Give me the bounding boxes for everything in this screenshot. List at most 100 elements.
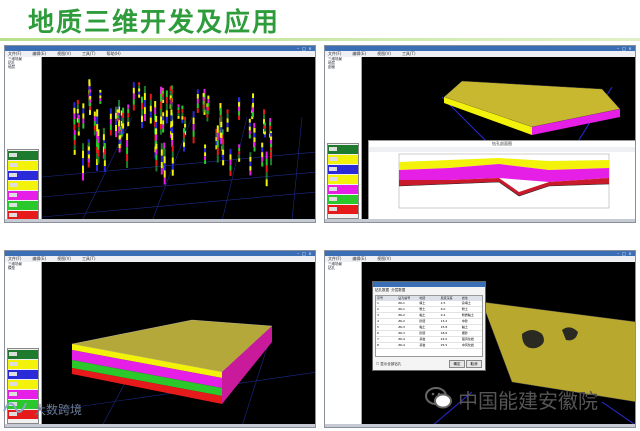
borehole-segment	[170, 115, 173, 122]
borehole-segment	[192, 136, 195, 144]
borehole-segment	[202, 100, 205, 105]
tree-node[interactable]: 剖面	[325, 65, 361, 69]
borehole-segment	[163, 177, 166, 185]
borehole-segment	[82, 118, 85, 124]
borehole-segment	[238, 102, 241, 107]
tab-borehole-data[interactable]: 钻孔数据	[375, 288, 389, 292]
legend-label-box	[9, 163, 17, 167]
borehole-segment	[93, 121, 96, 126]
legend-swatch	[8, 151, 38, 160]
borehole-segment	[141, 96, 144, 103]
menu-item-help[interactable]: 帮助(H)	[104, 51, 121, 56]
menu-item-file[interactable]: 文件(F)	[325, 51, 341, 56]
borehole-segment	[82, 150, 85, 159]
legend-label-box	[9, 183, 17, 187]
tab-layer-data[interactable]: 分层数据	[391, 288, 405, 292]
borehole-segment	[89, 96, 92, 100]
borehole-segment	[181, 105, 184, 110]
table-cell: ZK-4	[398, 337, 405, 341]
borehole-segment	[252, 98, 255, 103]
borehole-segment	[252, 107, 255, 113]
borehole-segment	[202, 108, 205, 113]
borehole-segment	[143, 93, 146, 101]
borehole-segment	[265, 179, 268, 187]
table-cell: ZK-3	[398, 325, 405, 329]
borehole-segment	[202, 96, 205, 101]
3d-viewport[interactable]	[42, 57, 315, 221]
borehole-segment	[132, 82, 135, 88]
borehole-segment	[126, 133, 129, 141]
menu-item-view[interactable]: 视图(V)	[54, 256, 71, 261]
borehole-segment	[248, 118, 251, 123]
borehole-segment	[177, 104, 180, 108]
menu-item-edit[interactable]: 编辑(E)	[29, 256, 46, 261]
tree-node[interactable]: 模型	[5, 266, 41, 270]
borehole-segment	[109, 113, 112, 120]
menu-item-file[interactable]: 文件(F)	[325, 256, 341, 261]
borehole-segment	[253, 132, 256, 138]
table-row[interactable]: 8 ZK-4 基岩 25.5 中风化岩	[376, 343, 482, 349]
legend-label-box	[9, 372, 17, 376]
table-cell: 3	[377, 313, 379, 317]
cancel-button[interactable]: 取消	[466, 360, 482, 368]
borehole-segment	[222, 139, 225, 145]
menu-item-edit[interactable]: 编辑(E)	[29, 51, 46, 56]
status-bar	[5, 219, 315, 222]
wechat-icon	[425, 387, 452, 409]
menu-item-file[interactable]: 文件(F)	[5, 256, 21, 261]
legend-label-box	[9, 193, 17, 197]
borehole-segment	[118, 143, 121, 149]
show-all-checkbox[interactable]: ☐ 显示全部钻孔	[376, 362, 401, 367]
borehole-segment	[216, 155, 219, 163]
table-cell: 黏土	[419, 313, 426, 317]
menu-item-file[interactable]: 文件(F)	[5, 51, 21, 56]
borehole-segment	[229, 154, 232, 160]
borehole-segment	[182, 146, 185, 152]
table-cell: 砂层	[419, 331, 426, 335]
table-cell: 粉土	[419, 307, 426, 311]
borehole-segment	[252, 112, 255, 118]
3d-viewport[interactable]	[42, 262, 315, 426]
borehole-segment	[102, 134, 105, 141]
borehole-segment	[163, 163, 166, 171]
borehole-segment	[127, 113, 130, 118]
table-cell: ZK-4	[398, 343, 405, 347]
scene-tree: 三维场景 钻孔 地层	[5, 57, 42, 222]
borehole-segment	[202, 93, 205, 97]
borehole-segment	[159, 129, 162, 135]
borehole-segment	[87, 161, 90, 168]
borehole-segment	[182, 142, 185, 147]
menu-item-tools[interactable]: 工具(T)	[79, 51, 96, 56]
menu-item-edit[interactable]: 编辑(E)	[349, 51, 366, 56]
ok-button[interactable]: 确定	[449, 360, 465, 368]
borehole-segment	[261, 152, 264, 157]
menu-item-tools[interactable]: 工具(T)	[399, 51, 416, 56]
legend-label-box	[9, 382, 17, 386]
menu-item-view[interactable]: 视图(V)	[54, 51, 71, 56]
borehole-segment	[127, 121, 130, 127]
borehole-segment	[160, 101, 163, 110]
borehole-segment	[155, 143, 158, 150]
borehole-segment	[170, 121, 173, 128]
tree-node[interactable]: 钻孔	[325, 266, 361, 270]
borehole-segment	[206, 114, 209, 118]
table-cell: 中风化岩	[461, 343, 474, 347]
menu-item-view[interactable]: 视图(V)	[374, 256, 391, 261]
table-cell: 6	[377, 331, 379, 335]
borehole-segment	[171, 157, 174, 164]
menu-item-view[interactable]: 视图(V)	[374, 51, 391, 56]
3d-viewport[interactable]: 钻孔剖面图	[362, 57, 635, 222]
menu-item-tools[interactable]: 工具(T)	[79, 256, 96, 261]
borehole-segment	[76, 104, 79, 109]
tree-node[interactable]: 地层	[5, 65, 41, 69]
menu-item-edit[interactable]: 编辑(E)	[349, 256, 366, 261]
borehole-segment	[269, 118, 272, 122]
borehole-segment	[261, 142, 264, 148]
borehole-segment	[82, 165, 85, 174]
borehole-segment	[73, 124, 76, 131]
borehole-segment	[269, 125, 272, 130]
borehole-segment	[122, 128, 125, 134]
borehole-segment	[103, 160, 106, 167]
borehole-segment	[99, 98, 102, 102]
table-cell: 细砂	[461, 331, 468, 335]
